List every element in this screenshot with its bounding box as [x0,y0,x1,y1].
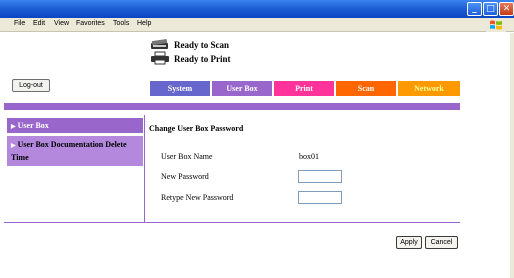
new-password-input[interactable] [298,170,342,183]
user-box-name-value: box01 [299,152,319,161]
tab-print[interactable]: Print [274,81,334,96]
menu-tools[interactable]: Tools [113,20,129,27]
menu-help[interactable]: Help [137,20,151,27]
footer-divider [4,222,460,223]
menu-view[interactable]: View [54,20,69,27]
minimize-icon: _ [472,3,477,14]
header-divider-bar [4,103,460,110]
sidebar-item-user-box[interactable]: ▶ User Box [7,118,143,133]
close-icon: ✕ [502,3,511,14]
close-button[interactable]: ✕ [499,2,514,16]
tab-user-box[interactable]: User Box [212,81,272,96]
windows-logo-icon [486,18,506,32]
sidebar-item-documentation-delete-time[interactable]: ▶ User Box Documentation Delete Time [7,136,143,166]
panel-title: Change User Box Password [149,124,244,133]
sidebar-separator [144,115,145,222]
logout-button[interactable]: Log-out [12,79,50,92]
status-print: Ready to Print [150,51,231,67]
tab-network[interactable]: Network [398,81,460,96]
window-titlebar: _ □ ✕ [0,0,514,18]
window-right-border [510,33,514,278]
tab-scan[interactable]: Scan [336,81,396,96]
sidebar-item-label: User Box Documentation Delete Time [11,140,127,162]
maximize-icon: □ [486,3,495,14]
printer-icon [150,51,170,67]
menubar: File Edit View Favorites Tools Help [0,18,514,32]
user-box-name-label: User Box Name [161,152,213,161]
status-print-text: Ready to Print [174,54,231,64]
cancel-button[interactable]: Cancel [425,236,458,249]
menu-edit[interactable]: Edit [33,20,45,27]
maximize-button[interactable]: □ [483,2,498,16]
sidebar-item-label: User Box [17,121,49,130]
menu-favorites[interactable]: Favorites [76,20,105,27]
new-password-label: New Password [161,172,209,181]
menu-file[interactable]: File [14,20,25,27]
triangle-right-icon: ▶ [11,143,16,149]
tab-system[interactable]: System [150,81,210,96]
apply-button[interactable]: Apply [396,236,422,249]
retype-password-label: Retype New Password [161,193,234,202]
triangle-right-icon: ▶ [11,124,16,130]
minimize-button[interactable]: _ [467,2,482,16]
retype-password-input[interactable] [298,191,342,204]
status-scan-text: Ready to Scan [174,40,230,50]
